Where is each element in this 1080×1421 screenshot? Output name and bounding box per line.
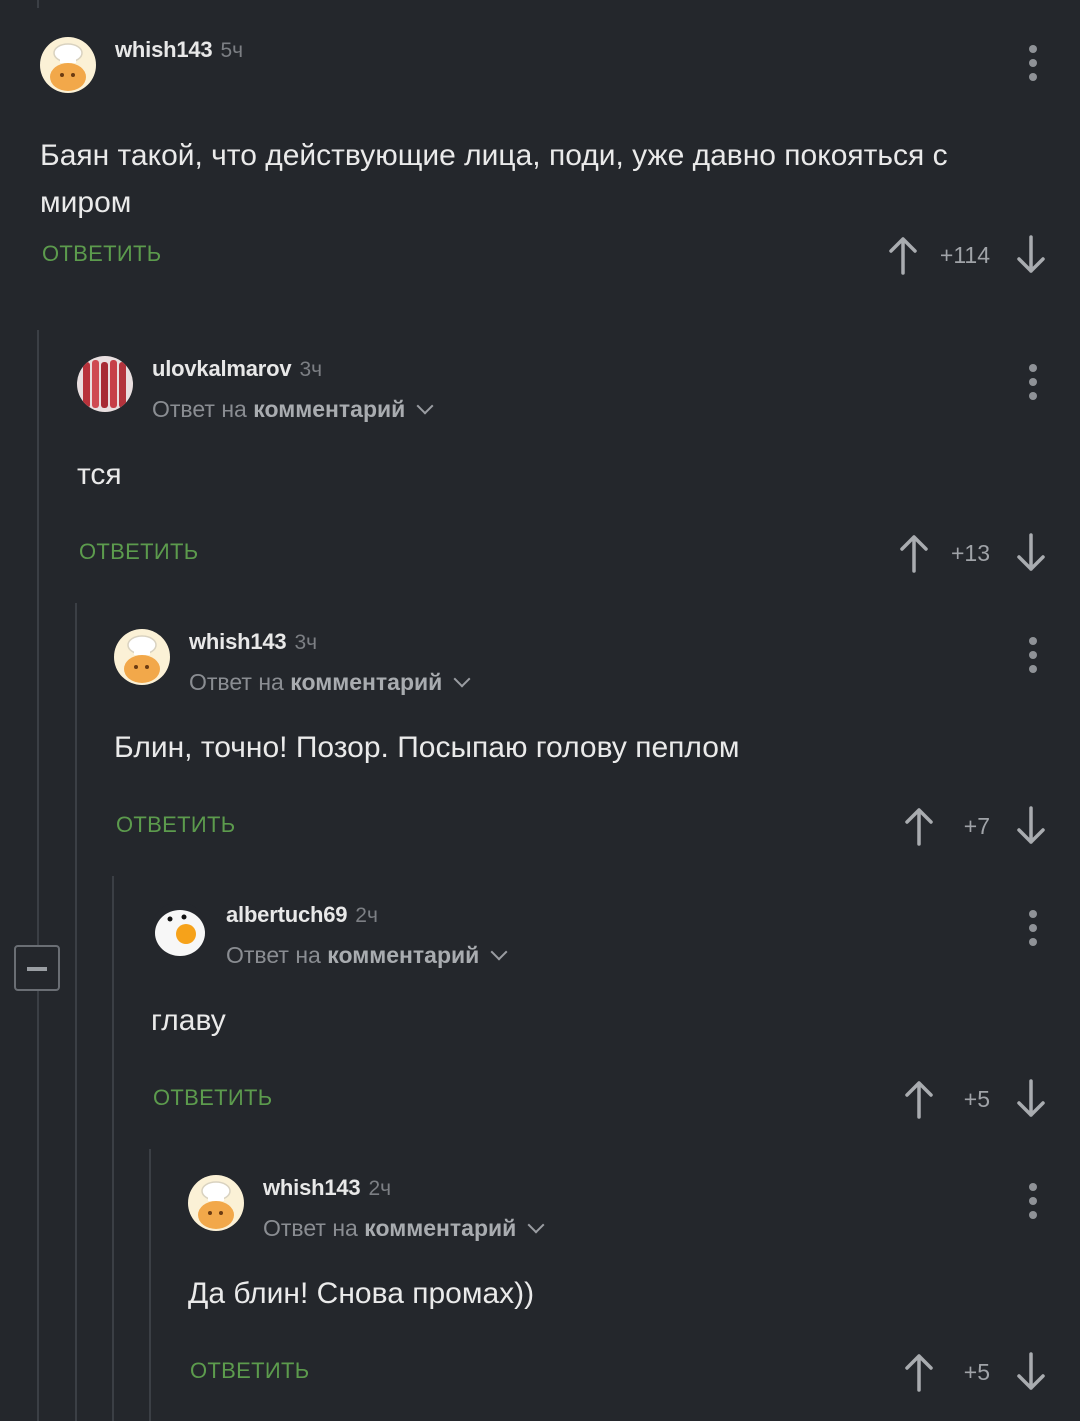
comment-meta: whish143 2ч Ответ на комментарий [263,1175,545,1242]
comment: whish143 5ч Баян такой, что действующие л… [40,37,1080,275]
vote-controls: +13 [899,533,1046,573]
downvote-arrow-icon[interactable] [1016,235,1046,275]
reply-button[interactable]: ОТВЕТИТЬ [116,812,235,838]
upvote-arrow-icon[interactable] [888,235,918,275]
egg-avatar[interactable] [151,902,207,958]
downvote-arrow-icon[interactable] [1016,533,1046,573]
timestamp: 2ч [355,904,378,927]
comment-actions: ОТВЕТИТЬ +13 [77,533,1080,573]
thread-line[interactable] [149,1149,151,1421]
comment-text: тся [77,458,122,491]
chevron-down-icon [490,943,508,961]
more-options-icon[interactable] [1028,637,1038,677]
comment-meta: ulovkalmarov 3ч Ответ на комментарий [152,356,434,423]
squid-avatar[interactable] [77,356,133,412]
comment-text: главу [151,1004,226,1037]
chef-cat-avatar[interactable] [114,629,170,685]
comment-text: Баян такой, что действующие лица, поди, … [40,139,948,219]
vote-controls: +5 [904,1079,1046,1119]
upvote-arrow-icon[interactable] [899,533,929,573]
reply-button[interactable]: ОТВЕТИТЬ [79,539,198,565]
timestamp: 5ч [220,39,244,62]
reply-button[interactable]: ОТВЕТИТЬ [153,1085,272,1111]
comment-text: Да блин! Снова промах)) [188,1277,535,1310]
more-options-icon[interactable] [1028,364,1038,404]
thread-line [37,0,39,8]
comment: ulovkalmarov 3ч Ответ на комментарий тся … [77,356,1080,573]
chef-cat-avatar[interactable] [40,37,96,93]
upvote-arrow-icon[interactable] [904,1352,934,1392]
comment-header: whish143 3ч Ответ на комментарий [114,629,1080,709]
reply-to-link[interactable]: Ответ на комментарий [226,942,508,969]
comment-actions: ОТВЕТИТЬ +5 [151,1079,1080,1119]
username[interactable]: albertuch69 [226,902,347,927]
score: +13 [950,539,990,566]
comment-meta: albertuch69 2ч Ответ на комментарий [226,902,508,969]
username[interactable]: ulovkalmarov [152,356,292,381]
vote-controls: +7 [904,806,1046,846]
downvote-arrow-icon[interactable] [1016,1079,1046,1119]
downvote-arrow-icon[interactable] [1016,806,1046,846]
comment-meta: whish143 5ч [115,37,243,63]
upvote-arrow-icon[interactable] [904,1079,934,1119]
chevron-down-icon [416,397,434,415]
chevron-down-icon [453,670,471,688]
score: +5 [963,1085,990,1112]
timestamp: 3ч [294,631,318,654]
chevron-down-icon [527,1216,545,1234]
username[interactable]: whish143 [189,629,287,654]
comment-meta: whish143 3ч Ответ на комментарий [189,629,471,696]
upvote-arrow-icon[interactable] [904,806,934,846]
comment-actions: ОТВЕТИТЬ +7 [114,806,1080,846]
score: +114 [939,241,990,268]
more-options-icon[interactable] [1028,1183,1038,1223]
timestamp: 3ч [299,358,323,381]
username[interactable]: whish143 [115,37,213,62]
thread-line[interactable] [75,603,77,1421]
timestamp: 2ч [368,1177,392,1200]
comment-header: ulovkalmarov 3ч Ответ на комментарий [77,356,1080,436]
reply-to-link[interactable]: Ответ на комментарий [263,1215,545,1242]
comment-text: Блин, точно! Позор. Посыпаю голову пепло… [114,731,740,764]
reply-to-link[interactable]: Ответ на комментарий [189,669,471,696]
more-options-icon[interactable] [1028,910,1038,950]
downvote-arrow-icon[interactable] [1016,1352,1046,1392]
reply-button[interactable]: ОТВЕТИТЬ [190,1358,309,1384]
comment: albertuch69 2ч Ответ на комментарий главу… [151,902,1080,1119]
comment-header: albertuch69 2ч Ответ на комментарий [151,902,1080,982]
comment-actions: ОТВЕТИТЬ +5 [188,1352,1080,1392]
comment: whish143 3ч Ответ на комментарий Блин, то… [114,629,1080,846]
chef-cat-avatar[interactable] [188,1175,244,1231]
thread-line[interactable] [112,876,114,1421]
comment: whish143 2ч Ответ на комментарий Да блин!… [188,1175,1080,1392]
comment-actions: ОТВЕТИТЬ +114 [40,235,1080,275]
vote-controls: +5 [904,1352,1046,1392]
score: +7 [963,812,990,839]
more-options-icon[interactable] [1028,45,1038,85]
comment-header: whish143 2ч Ответ на комментарий [188,1175,1080,1255]
score: +5 [963,1358,990,1385]
username[interactable]: whish143 [263,1175,361,1200]
reply-button[interactable]: ОТВЕТИТЬ [42,241,161,267]
collapse-thread-button[interactable] [14,945,60,991]
thread-line[interactable] [37,330,39,1421]
comment-header: whish143 5ч [40,37,1080,117]
reply-to-link[interactable]: Ответ на комментарий [152,396,434,423]
vote-controls: +114 [888,235,1046,275]
